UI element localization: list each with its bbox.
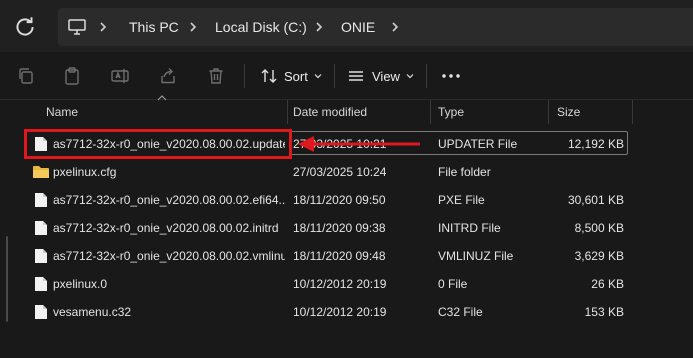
chevron-down-icon — [406, 74, 414, 79]
chevron-right-icon[interactable] — [96, 20, 110, 34]
file-name: as7712-32x-r0_onie_v2020.08.00.02.efi64.… — [53, 193, 285, 207]
paste-icon[interactable] — [62, 66, 82, 86]
chevron-right-icon[interactable] — [312, 20, 326, 34]
view-label: View — [372, 68, 400, 84]
file-type: C32 File — [438, 305, 483, 319]
file-type: UPDATER File — [438, 137, 518, 151]
file-type: INITRD File — [438, 221, 501, 235]
sort-label: Sort — [284, 68, 308, 84]
refresh-icon[interactable] — [12, 14, 38, 40]
breadcrumb-onie[interactable]: ONIE — [341, 8, 375, 46]
file-type: 0 File — [438, 277, 468, 291]
file-size: 30,601 KB — [567, 193, 624, 207]
file-type: File folder — [438, 165, 491, 179]
column-divider[interactable] — [430, 100, 431, 124]
file-type: PXE File — [438, 193, 485, 207]
toolbar-separator — [244, 64, 245, 88]
column-size[interactable]: Size — [557, 100, 580, 124]
file-icon — [35, 221, 47, 235]
file-date: 27/03/2025 10:24 — [293, 165, 387, 179]
column-divider[interactable] — [548, 100, 549, 124]
list-item[interactable]: pxelinux.0 10/12/2012 20:19 0 File 26 KB — [0, 270, 693, 298]
list-item[interactable]: as7712-32x-r0_onie_v2020.08.00.02.vmlinu… — [0, 242, 693, 270]
breadcrumb-this-pc[interactable]: This PC — [129, 8, 179, 46]
file-date: 18/11/2020 09:38 — [293, 221, 386, 235]
file-date: 18/11/2020 09:50 — [293, 193, 386, 207]
toolbar-separator — [426, 64, 427, 88]
view-icon — [349, 71, 363, 81]
chevron-right-icon[interactable] — [186, 20, 200, 34]
this-pc-icon — [68, 19, 86, 35]
toolbar-separator — [334, 64, 335, 88]
chevron-right-icon[interactable] — [388, 20, 402, 34]
address-bar[interactable]: This PC Local Disk (C:) ONIE — [58, 8, 693, 46]
file-size — [552, 158, 624, 186]
address-bar-area: This PC Local Disk (C:) ONIE — [0, 0, 693, 52]
breadcrumb-local-disk[interactable]: Local Disk (C:) — [215, 8, 307, 46]
list-item[interactable]: as7712-32x-r0_onie_v2020.08.00.02.efi64.… — [0, 186, 693, 214]
file-icon — [35, 305, 47, 319]
share-icon[interactable] — [158, 66, 178, 86]
column-divider[interactable] — [632, 100, 633, 124]
rename-icon[interactable] — [110, 66, 130, 86]
file-name: as7712-32x-r0_onie_v2020.08.00.02.vmlinu… — [53, 249, 285, 263]
navigation-pane-scrollbar[interactable] — [6, 236, 8, 322]
file-type: VMLINUZ File — [438, 249, 514, 263]
file-name: as7712-32x-r0_onie_v2020.08.00.02.initrd — [53, 221, 279, 235]
sort-button[interactable]: Sort — [256, 62, 326, 90]
chevron-down-icon — [314, 74, 322, 79]
red-arrow-annotation — [298, 136, 420, 152]
file-name: vesamenu.c32 — [53, 305, 132, 319]
view-button[interactable]: View — [342, 62, 418, 90]
highlight-box — [24, 129, 292, 159]
sort-icon — [261, 69, 277, 83]
list-item[interactable]: as7712-32x-r0_onie_v2020.08.00.02.initrd… — [0, 214, 693, 242]
file-name: pxelinux.cfg — [53, 165, 117, 179]
delete-icon[interactable] — [206, 66, 226, 86]
file-icon — [35, 277, 47, 291]
copy-icon[interactable] — [16, 66, 36, 86]
list-item[interactable]: pxelinux.cfg 27/03/2025 10:24 File folde… — [0, 158, 693, 186]
file-size: 26 KB — [591, 277, 624, 291]
column-type[interactable]: Type — [438, 100, 464, 124]
list-item[interactable]: vesamenu.c32 10/12/2012 20:19 C32 File 1… — [0, 298, 693, 326]
folder-icon — [33, 166, 49, 178]
column-name[interactable]: Name — [46, 100, 78, 124]
file-size: 153 KB — [584, 305, 624, 319]
column-divider[interactable] — [287, 100, 288, 124]
file-date: 18/11/2020 09:48 — [293, 249, 386, 263]
file-icon — [35, 193, 47, 207]
more-icon[interactable] — [440, 66, 462, 86]
file-date: 10/12/2012 20:19 — [293, 277, 387, 291]
column-date-modified[interactable]: Date modified — [293, 100, 367, 124]
file-size: 8,500 KB — [574, 221, 624, 235]
column-header: Name Date modified Type Size — [0, 95, 693, 124]
sort-ascending-icon — [157, 95, 167, 101]
file-name: pxelinux.0 — [53, 277, 108, 291]
file-icon — [35, 249, 47, 263]
file-date: 10/12/2012 20:19 — [293, 305, 387, 319]
file-size: 3,629 KB — [574, 249, 624, 263]
file-size: 12,192 KB — [567, 137, 624, 151]
command-bar: Sort View — [0, 52, 693, 100]
